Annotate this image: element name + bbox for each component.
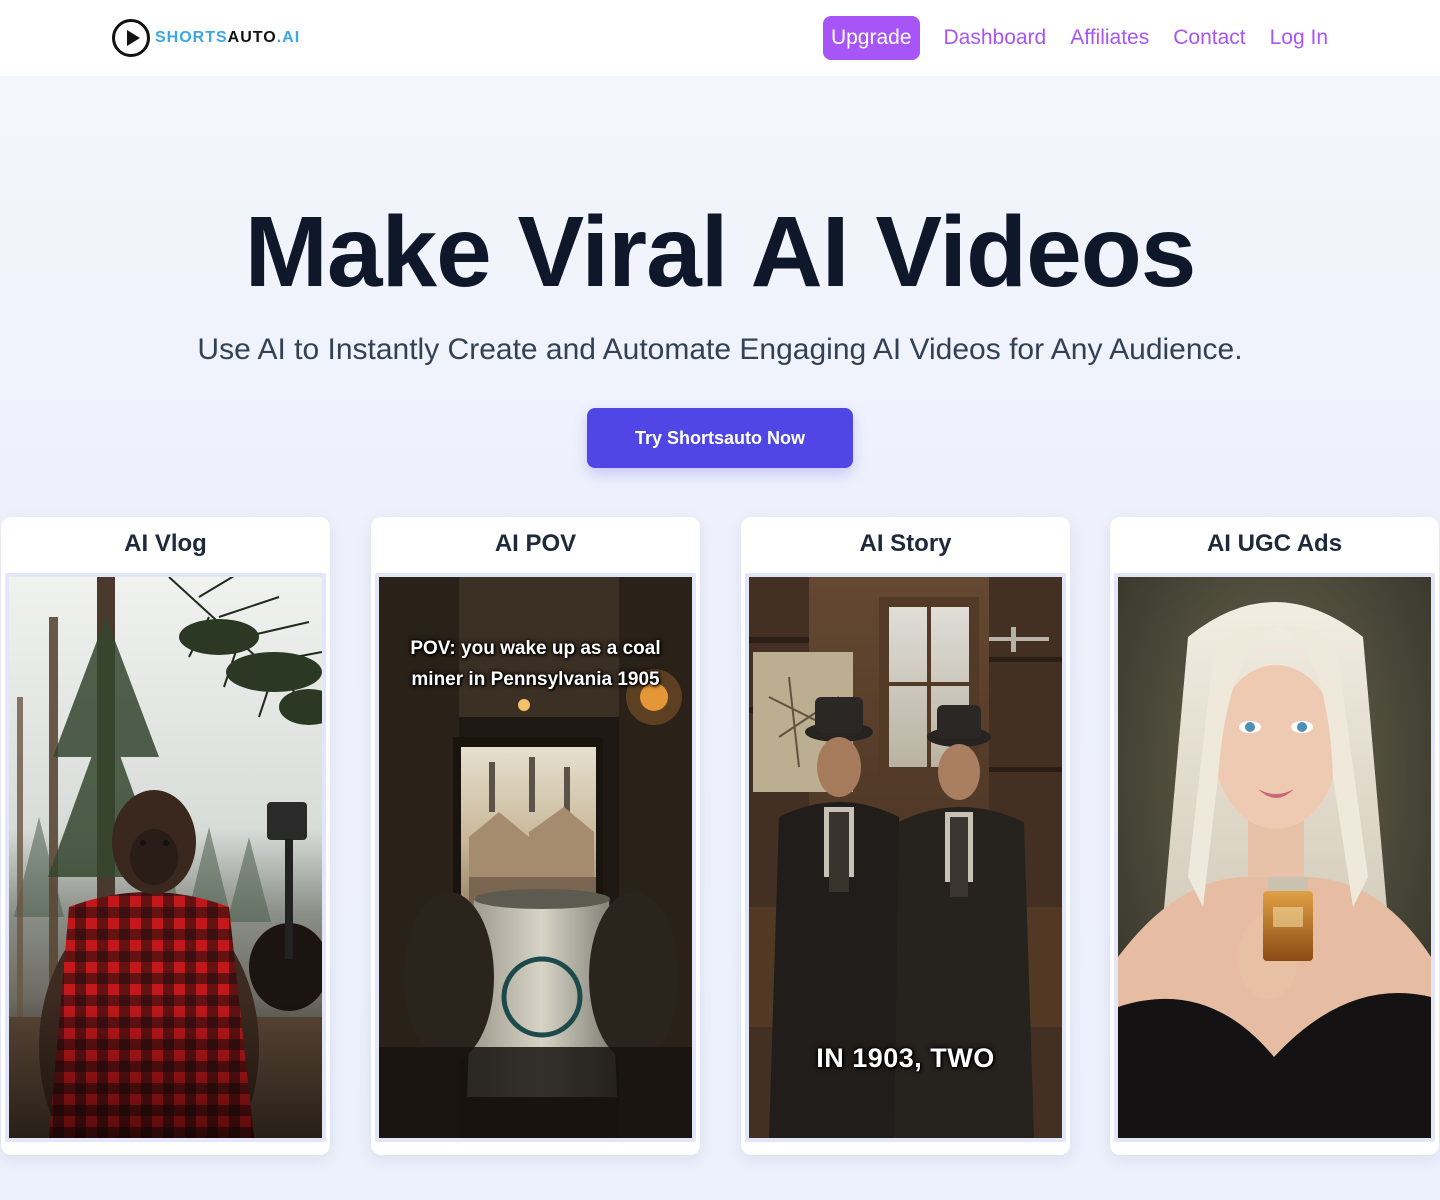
upgrade-button[interactable]: Upgrade bbox=[822, 16, 920, 60]
video-caption: POV: you wake up as a coal miner in Penn… bbox=[410, 638, 661, 690]
card-title: AI Story bbox=[859, 530, 952, 557]
nav-link-dashboard[interactable]: Dashboard bbox=[944, 26, 1047, 50]
logo-text-auto: AUTO bbox=[227, 29, 277, 46]
video-card-ai-pov[interactable]: AI POV POV: you wake up as a coal miner … bbox=[371, 517, 700, 1155]
video-thumbnail[interactable] bbox=[1114, 573, 1435, 1142]
play-circle-icon bbox=[112, 19, 150, 57]
site-header: SHORTSAUTO.AI Upgrade Dashboard Affiliat… bbox=[0, 0, 1440, 76]
nav-link-login[interactable]: Log In bbox=[1270, 26, 1328, 50]
logo-text-ai: .AI bbox=[276, 29, 301, 46]
video-caption: IN 1903, TWO bbox=[816, 1043, 995, 1073]
video-thumbnail[interactable]: POV: you wake up as a coal miner in Penn… bbox=[375, 573, 696, 1142]
video-card-ai-ugc-ads[interactable]: AI UGC Ads bbox=[1110, 517, 1439, 1155]
nav-link-affiliates[interactable]: Affiliates bbox=[1070, 26, 1149, 50]
try-now-button[interactable]: Try Shortsauto Now bbox=[587, 408, 853, 468]
card-title: AI Vlog bbox=[124, 530, 207, 557]
video-thumbnail[interactable] bbox=[5, 573, 326, 1142]
video-card-ai-vlog[interactable]: AI Vlog bbox=[1, 517, 330, 1155]
card-title: AI POV bbox=[494, 530, 577, 557]
video-thumbnail[interactable]: IN 1903, TWO bbox=[745, 573, 1066, 1142]
vlog-thumbnail-image bbox=[9, 577, 322, 1138]
main-nav: Upgrade Dashboard Affiliates Contact Log… bbox=[822, 16, 1328, 60]
nav-link-contact[interactable]: Contact bbox=[1173, 26, 1245, 50]
card-title: AI UGC Ads bbox=[1206, 530, 1343, 557]
logo[interactable]: SHORTSAUTO.AI bbox=[112, 19, 300, 57]
ugc-thumbnail-image bbox=[1118, 577, 1431, 1138]
logo-text-shorts: SHORTS bbox=[155, 29, 228, 46]
logo-text: SHORTSAUTO.AI bbox=[155, 29, 300, 47]
video-card-ai-story[interactable]: AI Story IN 1903, TWO bbox=[741, 517, 1070, 1155]
hero-title: Make Viral AI Videos bbox=[244, 196, 1197, 308]
hero-subtitle: Use AI to Instantly Create and Automate … bbox=[197, 333, 1243, 366]
